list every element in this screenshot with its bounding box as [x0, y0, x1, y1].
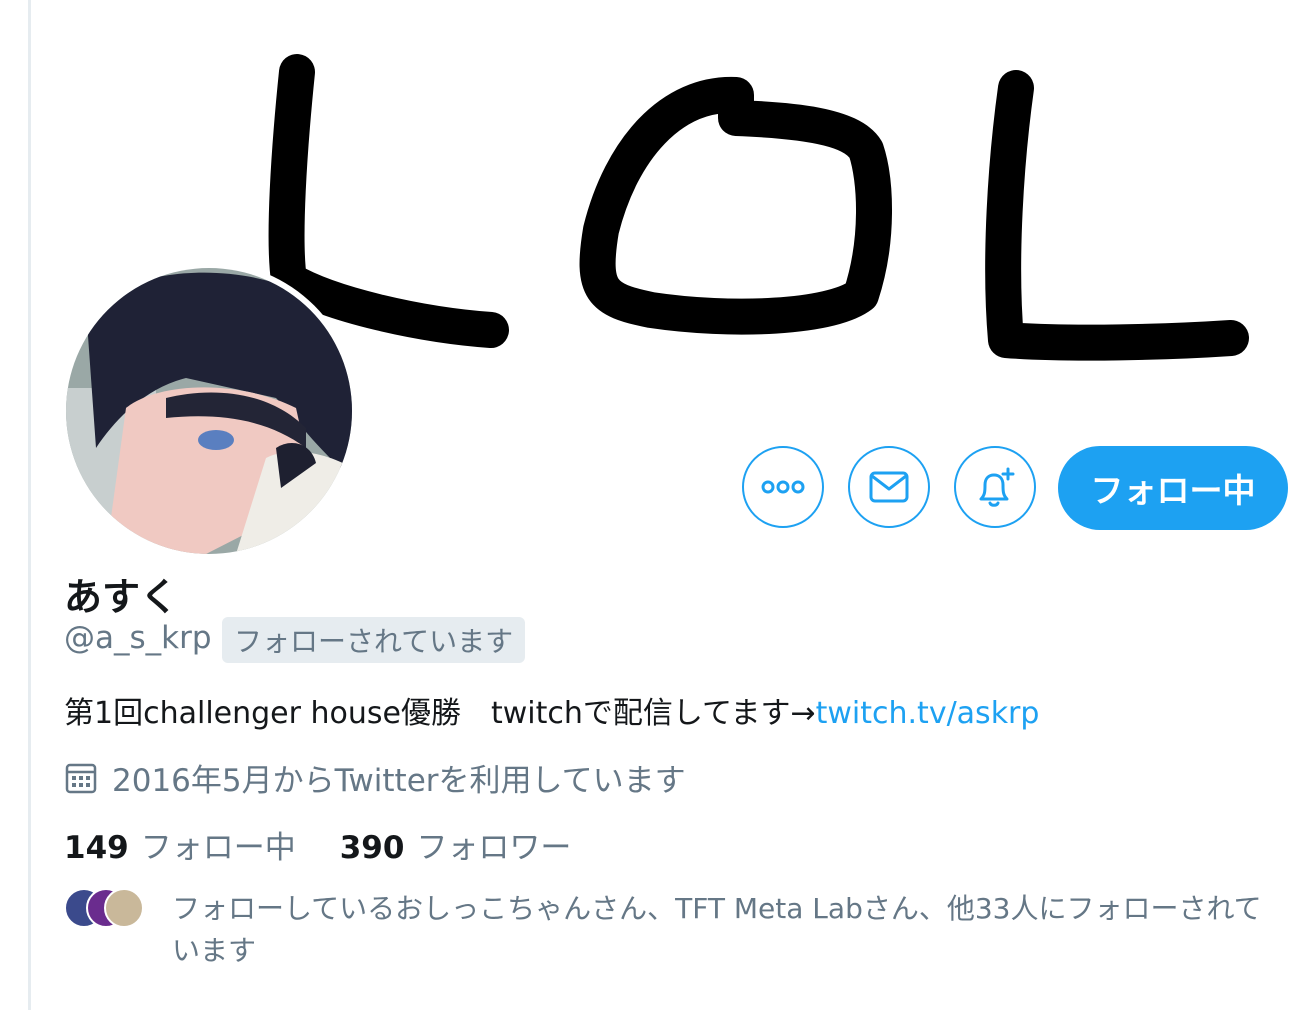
more-icon: [761, 480, 805, 494]
joined-date: 2016年5月からTwitterを利用しています: [64, 755, 686, 800]
envelope-icon: [869, 471, 909, 503]
following-button[interactable]: フォロー中: [1058, 446, 1288, 530]
calendar-icon: [65, 763, 97, 793]
avatar: [104, 888, 144, 928]
profile-avatar[interactable]: [60, 262, 358, 560]
following-count: 149: [64, 830, 129, 866]
bell-plus-icon: [979, 467, 1015, 507]
following-label: フォロー中: [140, 830, 296, 866]
more-button[interactable]: [742, 446, 824, 528]
profile-handle[interactable]: @a_s_krp: [64, 620, 212, 656]
profile-name: あすく: [64, 575, 179, 619]
mutual-follower-avatars[interactable]: [64, 888, 144, 932]
profile-bio: 第1回challenger house優勝 twitchで配信してます→twit…: [64, 688, 1039, 732]
followers-label: フォロワー: [416, 830, 572, 866]
avatar-image: [66, 268, 352, 554]
mutual-followers-text[interactable]: フォローしているおしっこちゃんさん、TFT Meta Labさん、他33人にフォ…: [172, 888, 1282, 972]
follows-you-badge: フォローされています: [222, 617, 526, 663]
followers-stat[interactable]: 390 フォロワー: [340, 822, 572, 867]
followers-count: 390: [339, 830, 405, 866]
following-stat[interactable]: 149 フォロー中: [64, 822, 296, 867]
notify-button[interactable]: [954, 446, 1036, 528]
bio-text: 第1回challenger house優勝 twitchで配信してます→: [64, 696, 816, 731]
bio-link[interactable]: twitch.tv/askrp: [816, 696, 1040, 731]
message-button[interactable]: [848, 446, 930, 528]
joined-text: 2016年5月からTwitterを利用しています: [112, 763, 686, 799]
follow-stats: 149 フォロー中 390 フォロワー: [64, 822, 615, 867]
